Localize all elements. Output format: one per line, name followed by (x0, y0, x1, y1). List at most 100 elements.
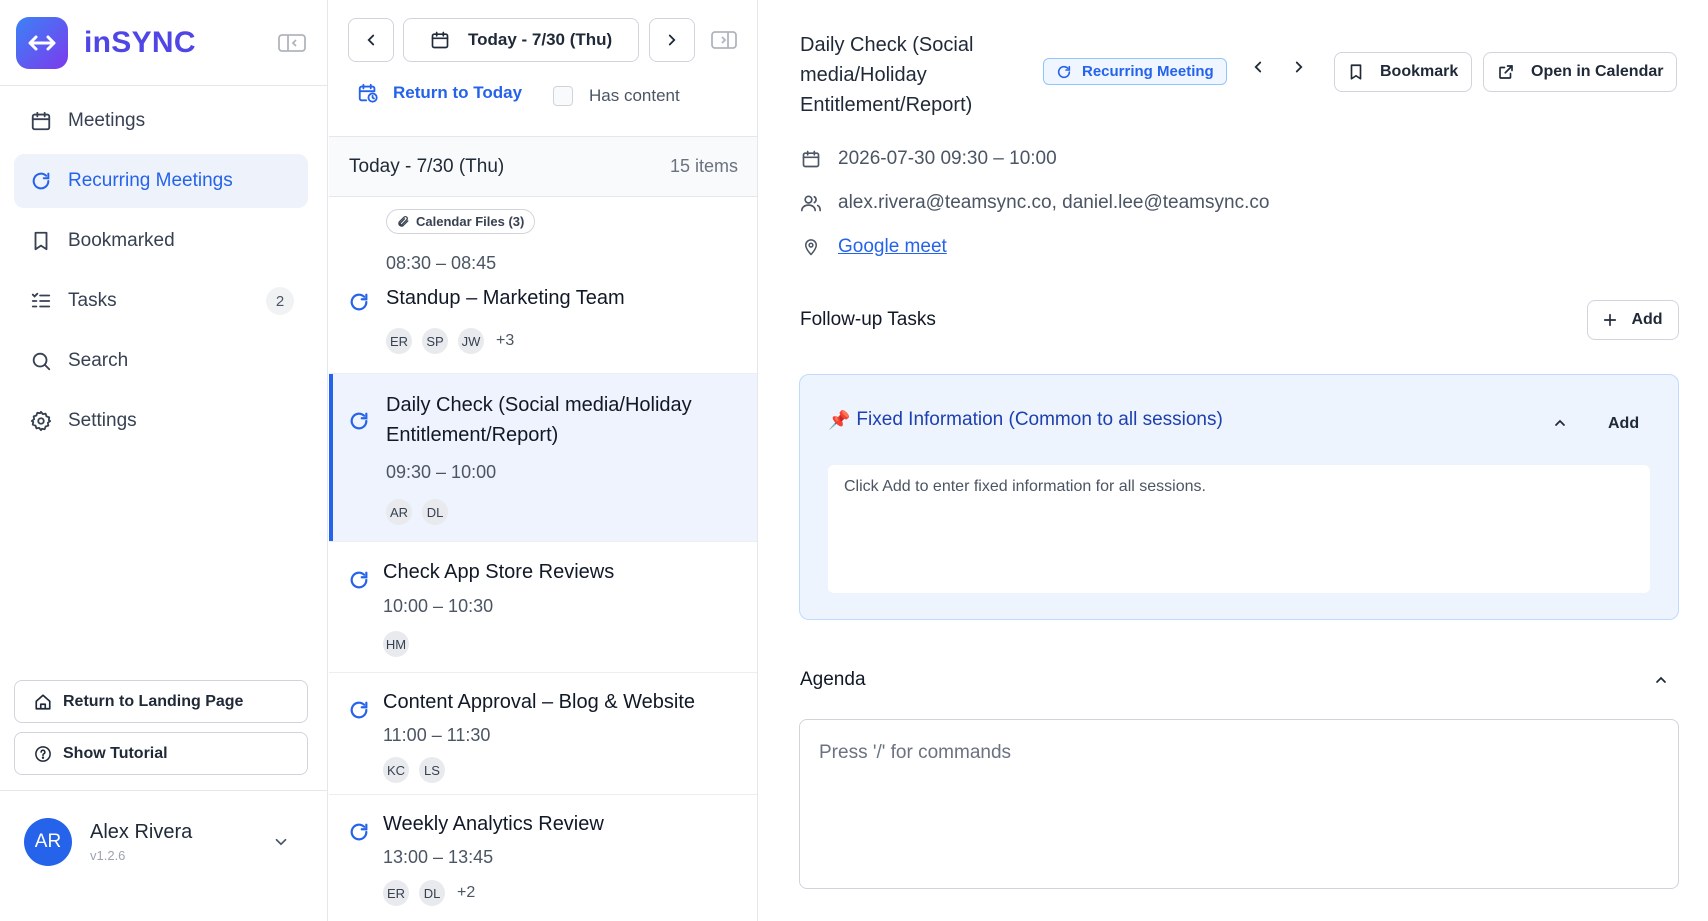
app-version: v1.2.6 (90, 848, 126, 863)
attendee-avatars: ER SP JW +3 (386, 328, 514, 354)
plus-icon (1603, 313, 1617, 327)
prev-day-button[interactable] (348, 18, 394, 62)
sidebar-item-settings[interactable]: Settings (14, 394, 308, 448)
list-item[interactable]: Check App Store Reviews 10:00 – 10:30 HM (329, 542, 757, 673)
attendee-avatar: JW (458, 328, 484, 354)
calendar-files-chip[interactable]: Calendar Files (3) (386, 209, 536, 234)
collapse-sidebar-icon[interactable] (277, 31, 307, 55)
sidebar-item-search[interactable]: Search (14, 334, 308, 388)
sidebar-item-meetings[interactable]: Meetings (14, 94, 308, 148)
list-item-selected[interactable]: Daily Check (Social media/Holiday Entitl… (329, 374, 757, 542)
users-icon (800, 193, 822, 213)
meeting-title: Check App Store Reviews (383, 561, 615, 583)
meeting-title-line2: Entitlement/Report) (386, 424, 559, 446)
has-content-filter[interactable]: Has content (553, 86, 680, 106)
meeting-attendees: alex.rivera@teamsync.co, daniel.lee@team… (800, 192, 1269, 214)
meeting-detail-panel: Daily Check (Social media/Holiday Entitl… (759, 0, 1708, 921)
attendee-avatar: SP (422, 328, 448, 354)
fixed-information-title: Fixed Information (Common to all session… (856, 409, 1223, 430)
sidebar-item-label: Settings (68, 410, 137, 431)
logo-row: inSYNC (16, 17, 307, 69)
return-landing-button[interactable]: Return to Landing Page (14, 680, 308, 723)
attendee-avatar: DL (419, 880, 445, 906)
calendar-clock-icon (357, 82, 379, 104)
has-content-checkbox[interactable] (553, 86, 573, 106)
tasks-count-badge: 2 (266, 287, 294, 315)
meeting-time: 10:00 – 10:30 (383, 596, 494, 616)
next-occurrence-icon[interactable] (1290, 58, 1308, 76)
location-link[interactable]: Google meet (838, 236, 947, 258)
sidebar-item-recurring-meetings[interactable]: Recurring Meetings (14, 154, 308, 208)
meeting-time: 11:00 – 11:30 (383, 725, 491, 745)
recurring-icon (348, 821, 370, 843)
tasks-icon (28, 288, 54, 314)
open-in-calendar-button[interactable]: Open in Calendar (1483, 52, 1678, 92)
list-item[interactable]: Calendar Files (3) 08:30 – 08:45 Standup… (329, 197, 757, 374)
add-task-label: Add (1631, 311, 1663, 328)
attendee-avatar: AR (386, 499, 412, 525)
attendee-avatars: HM (383, 631, 419, 657)
attendee-avatar: DL (422, 499, 448, 525)
add-task-button[interactable]: Add (1587, 300, 1679, 340)
sidebar-item-label: Tasks (68, 290, 117, 311)
agenda-editor[interactable]: Press '/' for commands (799, 719, 1679, 889)
meeting-time: 09:30 – 10:00 (386, 462, 497, 482)
bookmark-label: Bookmark (1380, 63, 1459, 80)
prev-occurrence-icon[interactable] (1249, 58, 1267, 76)
attendee-avatar: LS (419, 757, 445, 783)
app-name: inSYNC (84, 26, 196, 59)
list-item[interactable]: Weekly Analytics Review 13:00 – 13:45 ER… (329, 795, 757, 921)
user-name: Alex Rivera (90, 821, 193, 843)
recurring-meeting-badge: Recurring Meeting (1043, 58, 1227, 85)
more-attendees: +2 (457, 884, 476, 901)
meeting-datetime: 2026-07-30 09:30 – 10:00 (800, 148, 1057, 170)
attendee-avatars: ER DL +2 (383, 880, 475, 906)
has-content-label: Has content (589, 86, 680, 105)
sidebar-item-tasks[interactable]: Tasks 2 (14, 274, 308, 328)
agenda-title: Agenda (800, 669, 866, 690)
attendee-avatars: AR DL (386, 499, 458, 525)
return-to-today-link[interactable]: Return to Today (357, 82, 522, 104)
user-menu[interactable]: AR Alex Rivera v1.2.6 (24, 817, 304, 867)
list-header-date: Today - 7/30 (Thu) (349, 155, 505, 177)
fixed-information-header[interactable]: 📌 Fixed Information (Common to all sessi… (828, 409, 1223, 431)
divider (0, 85, 327, 86)
calendar-icon (28, 108, 54, 134)
bookmark-icon (1348, 63, 1364, 81)
fixed-info-add-button[interactable]: Add (1608, 415, 1639, 433)
list-item[interactable]: Content Approval – Blog & Website 11:00 … (329, 673, 757, 795)
recurring-icon (348, 410, 370, 432)
pin-icon: 📌 (828, 409, 851, 430)
show-tutorial-button[interactable]: Show Tutorial (14, 732, 308, 775)
sidebar: inSYNC Meetings Recurring Meetings Bookm… (0, 0, 328, 921)
meeting-location: Google meet (800, 236, 947, 258)
date-picker-button[interactable]: Today - 7/30 (Thu) (403, 18, 639, 62)
bookmark-button[interactable]: Bookmark (1334, 52, 1473, 92)
sidebar-item-label: Recurring Meetings (68, 170, 233, 191)
chevron-up-icon[interactable] (1552, 415, 1568, 431)
more-attendees: +3 (496, 332, 515, 349)
meeting-detail-title-line2: media/Holiday (800, 64, 927, 86)
meeting-list-panel: Today - 7/30 (Thu) Return to Today Has c… (329, 0, 758, 921)
fixed-information-body[interactable]: Click Add to enter fixed information for… (828, 465, 1650, 593)
return-to-today-label: Return to Today (393, 83, 523, 102)
recurring-icon (348, 569, 370, 591)
attendee-avatar: KC (383, 757, 409, 783)
sidebar-item-label: Meetings (68, 110, 146, 131)
list-header-count: 15 items (669, 156, 738, 176)
list-toolbar: Today - 7/30 (Thu) Return to Today Has c… (329, 0, 757, 136)
split-view-icon[interactable] (711, 30, 737, 50)
external-link-icon (1497, 63, 1515, 81)
next-day-button[interactable] (649, 18, 695, 62)
meeting-title: Weekly Analytics Review (383, 813, 604, 835)
divider (0, 790, 327, 791)
sidebar-item-bookmarked[interactable]: Bookmarked (14, 214, 308, 268)
meeting-list: Calendar Files (3) 08:30 – 08:45 Standup… (329, 197, 757, 921)
avatar: AR (24, 818, 72, 866)
chevron-down-icon[interactable] (272, 833, 290, 851)
chevron-up-icon[interactable] (1653, 672, 1669, 688)
recurring-icon (348, 291, 370, 313)
sidebar-item-label: Bookmarked (68, 230, 175, 251)
logo-icon (16, 17, 68, 69)
chevron-right-icon (663, 31, 681, 49)
